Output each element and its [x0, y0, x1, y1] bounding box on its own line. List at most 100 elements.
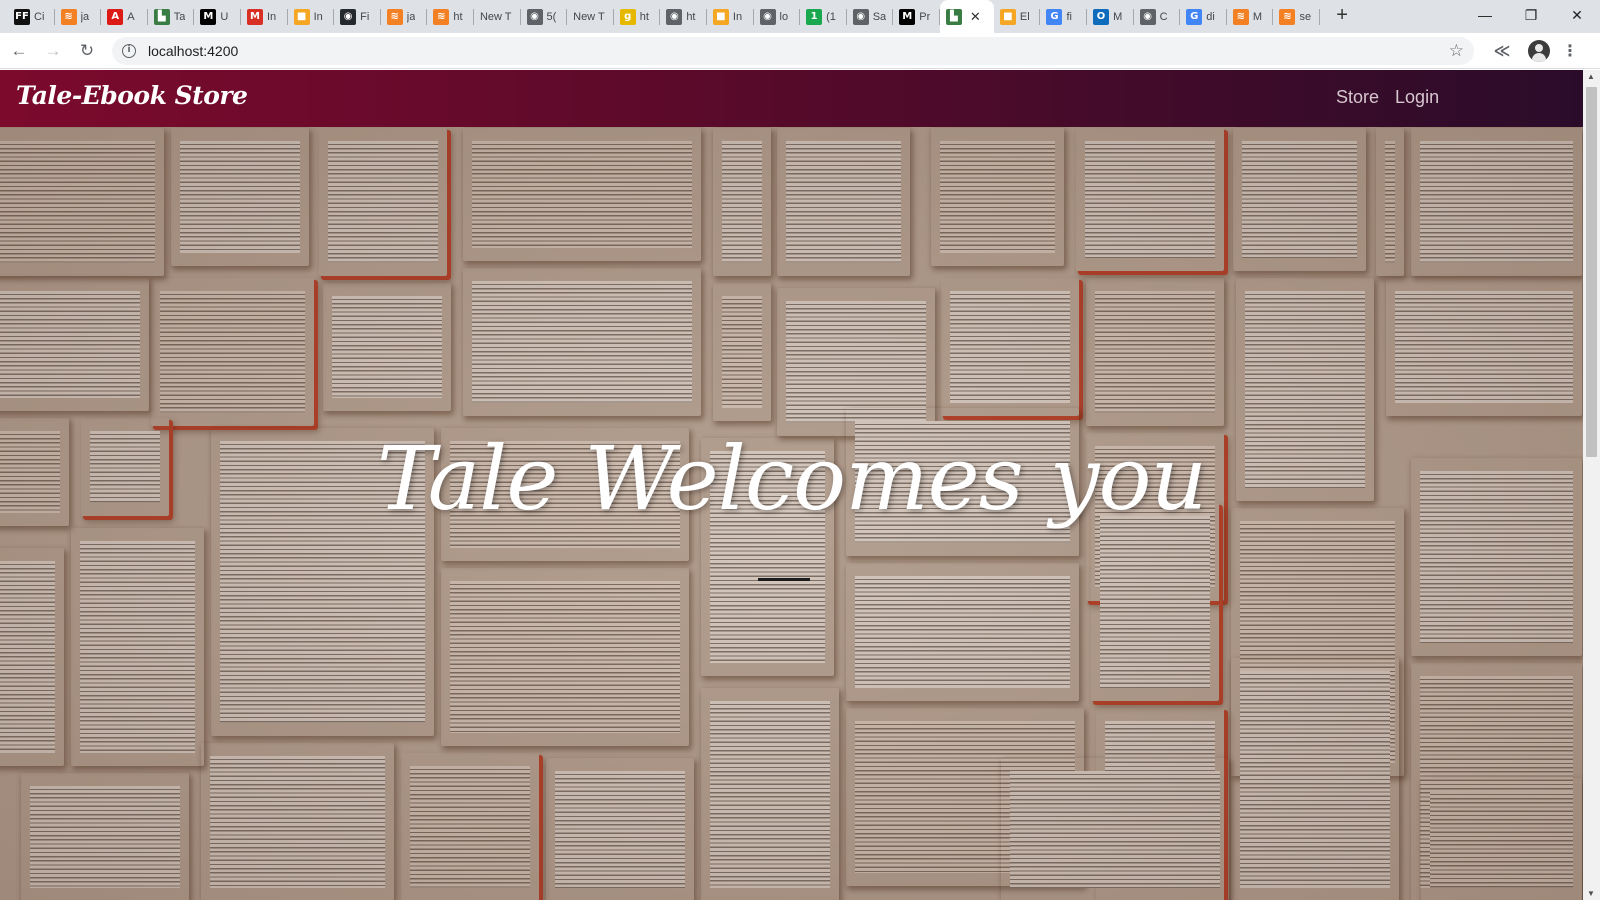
- tab-title: Fi: [360, 10, 370, 23]
- browser-tab[interactable]: ◉ 5(: [521, 0, 568, 33]
- tab-favicon-icon: ◉: [340, 8, 357, 25]
- tab-title: ht: [686, 10, 696, 23]
- browser-tab[interactable]: MU: [194, 0, 241, 33]
- browser-tab[interactable]: ◉ lo: [754, 0, 801, 33]
- brand-logo[interactable]: Tale-Ebook Store: [16, 81, 248, 110]
- scroll-down-arrow-icon[interactable]: ▼: [1587, 889, 1595, 898]
- tab-favicon-icon: ≋: [1232, 8, 1249, 25]
- tab-title: M: [1252, 10, 1263, 23]
- page-viewport: Tale-Ebook Store Store Login Tale Welcom…: [0, 70, 1583, 900]
- browser-menu-icon[interactable]: ⋮: [1562, 41, 1578, 61]
- browser-tab[interactable]: Gfi: [1040, 0, 1087, 33]
- tab-favicon-icon: ■: [999, 8, 1016, 25]
- scroll-thumb[interactable]: [1586, 87, 1597, 457]
- tab-title: 5(: [546, 10, 557, 23]
- browser-tab[interactable]: ■ In: [288, 0, 335, 33]
- url-text[interactable]: localhost:4200: [148, 43, 238, 59]
- browser-tab[interactable]: ◉ C: [1134, 0, 1181, 33]
- window-controls: — ❐ ✕: [1462, 0, 1600, 30]
- new-tab-button[interactable]: +: [1328, 1, 1356, 29]
- page-scrollbar[interactable]: ▲ ▼: [1583, 70, 1600, 900]
- tab-favicon-icon: ◉: [759, 8, 776, 25]
- site-navbar: Tale-Ebook Store Store Login: [0, 70, 1583, 127]
- tab-title: El: [1019, 10, 1030, 23]
- tab-favicon-icon: M: [899, 8, 916, 25]
- scroll-up-arrow-icon[interactable]: ▲: [1587, 72, 1595, 81]
- browser-tab[interactable]: ≋ M: [1227, 0, 1274, 33]
- nav-links: Store Login: [1336, 87, 1439, 108]
- browser-tab[interactable]: OM: [1087, 0, 1134, 33]
- site-info-icon[interactable]: i: [122, 43, 136, 58]
- browser-tab[interactable]: ≋ ht: [427, 0, 474, 33]
- browser-toolbar: ← → ↻ i localhost:4200 ☆ ≪ ⋮: [0, 33, 1600, 69]
- tab-close-icon[interactable]: ✕: [970, 9, 981, 25]
- browser-tab[interactable]: ≋ ja: [381, 0, 428, 33]
- browser-tab[interactable]: ≋ se: [1273, 0, 1320, 33]
- browser-tab[interactable]: Gdi: [1180, 0, 1227, 33]
- browser-tab[interactable]: ◉ Sa: [847, 0, 894, 33]
- tab-favicon-icon: ▙: [945, 8, 962, 25]
- tab-favicon-icon: ◉: [526, 8, 543, 25]
- profile-avatar-icon[interactable]: [1528, 39, 1550, 62]
- tab-favicon-icon: G: [1186, 8, 1203, 25]
- tab-title: M: [1113, 10, 1123, 23]
- tab-title: C: [1159, 10, 1168, 23]
- tab-title: lo: [779, 10, 789, 23]
- extension-icon[interactable]: ≪: [1488, 37, 1516, 65]
- browser-tab[interactable]: ◉ Fi: [334, 0, 381, 33]
- address-bar[interactable]: i localhost:4200 ☆: [112, 36, 1474, 65]
- tab-favicon-icon: ▙: [153, 8, 170, 25]
- tab-title: U: [220, 10, 229, 23]
- reload-icon[interactable]: ↻: [72, 36, 102, 66]
- tab-favicon-icon: A: [107, 8, 124, 25]
- tab-favicon-icon: FF: [14, 8, 30, 25]
- browser-tab-strip: FF Ci ≋ ja A A ▙ Ta M U M In ■ In ◉ Fi ≋ ja ≋ ht New T ◉ 5(New…: [0, 0, 1600, 33]
- nav-link-login[interactable]: Login: [1395, 87, 1439, 108]
- tab-title: di: [1206, 10, 1215, 23]
- browser-tab[interactable]: ≋ ja: [55, 0, 102, 33]
- browser-tab[interactable]: g ht: [614, 0, 661, 33]
- browser-tab[interactable]: M In: [241, 0, 288, 33]
- bookmark-star-icon[interactable]: ☆: [1449, 41, 1464, 61]
- nav-link-store[interactable]: Store: [1336, 87, 1379, 108]
- tab-title: se: [1299, 10, 1312, 23]
- tab-favicon-icon: M: [200, 8, 217, 25]
- hero-title: Tale Welcomes you: [376, 427, 1207, 530]
- tab-favicon-icon: ≋: [433, 8, 450, 25]
- tab-title: ht: [453, 10, 463, 23]
- tab-favicon-icon: ■: [712, 8, 729, 25]
- hero-section: Tale Welcomes you: [0, 127, 1583, 900]
- close-window-button[interactable]: ✕: [1554, 0, 1600, 30]
- tab-favicon-icon: ◉: [1139, 8, 1156, 25]
- browser-tab[interactable]: FF Ci: [8, 0, 55, 33]
- tab-title: Ci: [34, 10, 45, 23]
- tab-favicon-icon: 1: [806, 8, 823, 25]
- tab-favicon-icon: ■: [293, 8, 310, 25]
- browser-tab[interactable]: AA: [101, 0, 148, 33]
- back-icon[interactable]: ←: [4, 36, 34, 66]
- browser-tab[interactable]: M Pr: [893, 0, 940, 33]
- browser-tab[interactable]: 1 (1: [800, 0, 847, 33]
- tab-favicon-icon: ◉: [852, 8, 869, 25]
- tab-list: FF Ci ≋ ja A A ▙ Ta M U M In ■ In ◉ Fi ≋ ja ≋ ht New T ◉ 5(New…: [0, 0, 1356, 33]
- minimize-button[interactable]: —: [1462, 0, 1508, 30]
- restore-button[interactable]: ❐: [1508, 0, 1554, 30]
- browser-tab[interactable]: ■ El: [994, 0, 1041, 33]
- tab-active[interactable]: ▙ ✕: [939, 0, 994, 33]
- tab-favicon-icon: O: [1093, 8, 1110, 25]
- browser-tab[interactable]: New T: [567, 0, 614, 33]
- tab-title: fi: [1066, 10, 1072, 23]
- tab-title: (1: [826, 10, 836, 23]
- tab-favicon-icon: ≋: [60, 8, 77, 25]
- tab-title: New T: [479, 10, 512, 23]
- browser-tab[interactable]: ◉ ht: [660, 0, 707, 33]
- tab-favicon-icon: G: [1046, 8, 1063, 25]
- forward-icon[interactable]: →: [38, 36, 68, 66]
- browser-tab[interactable]: New T: [474, 0, 521, 33]
- tab-title: In: [313, 10, 323, 23]
- tab-title: Sa: [872, 10, 887, 23]
- tab-title: Pr: [919, 10, 931, 23]
- tab-favicon-icon: ◉: [666, 8, 683, 25]
- browser-tab[interactable]: ■ In: [707, 0, 754, 33]
- browser-tab[interactable]: ▙ Ta: [148, 0, 195, 33]
